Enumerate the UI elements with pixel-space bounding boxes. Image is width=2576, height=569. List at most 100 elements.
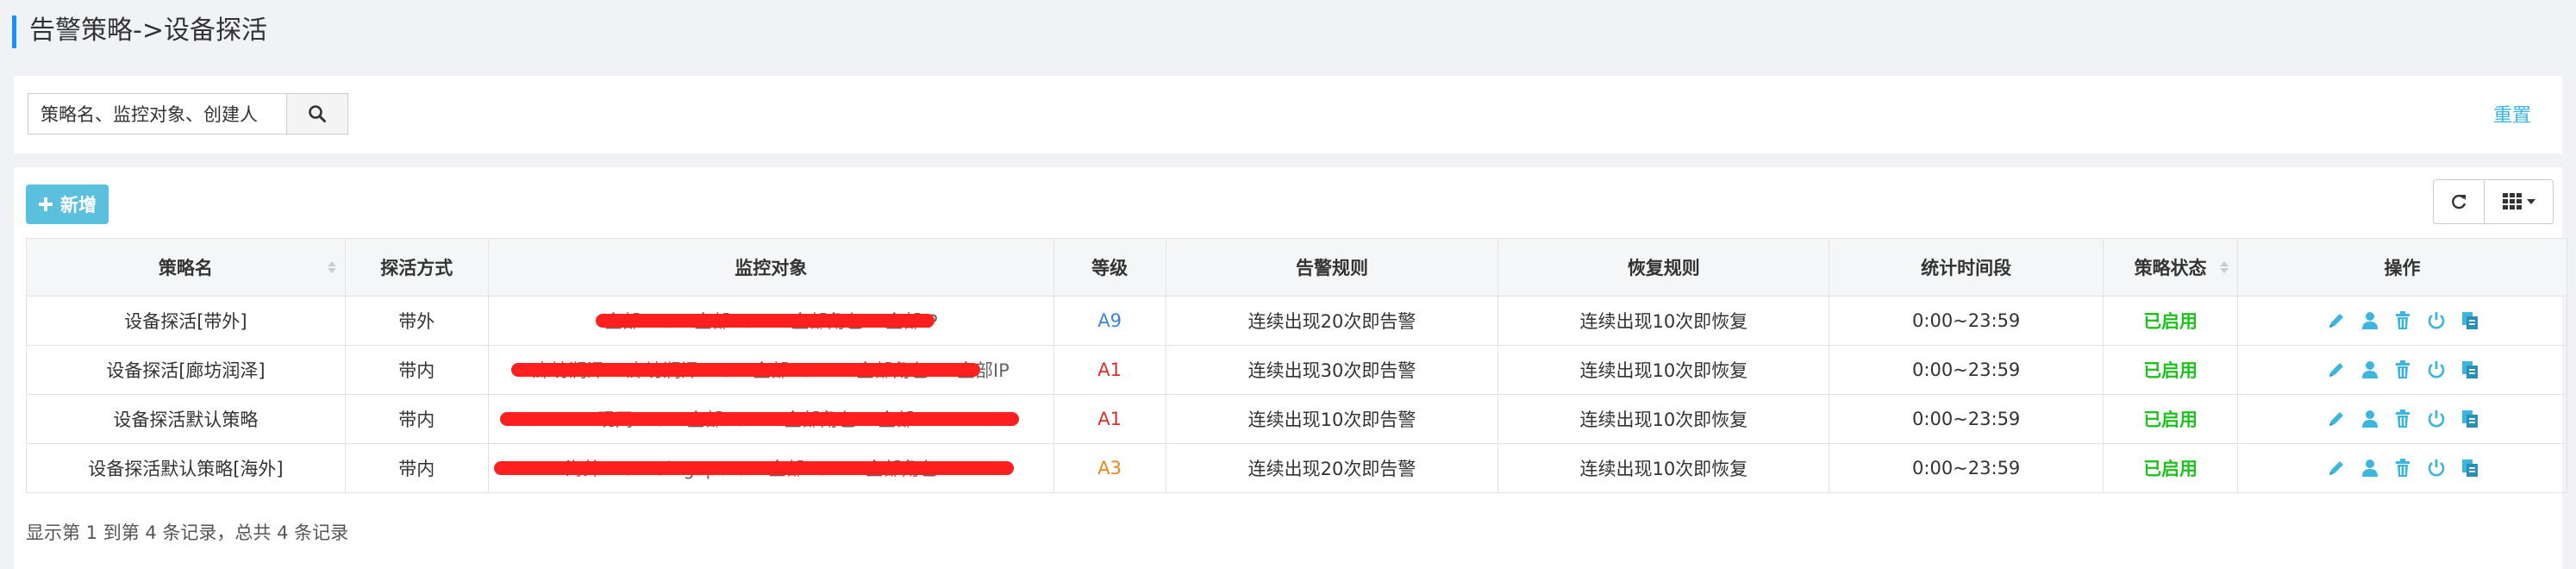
cell-period: 0:00~23:59 [1829, 394, 2104, 444]
trash-icon[interactable] [2394, 360, 2411, 379]
pagination-summary: 显示第 1 到第 4 条记录，总共 4 条记录 [26, 522, 349, 543]
power-icon[interactable] [2427, 311, 2446, 330]
search-input[interactable]: 策略名、监控对象、创建人 [28, 93, 286, 134]
cell-alert-rule: 连续出现20次即告警 [1165, 443, 1499, 493]
refresh-icon [2452, 194, 2467, 209]
user-icon[interactable] [2361, 360, 2379, 379]
cell-status: 已启用 [2103, 394, 2239, 444]
reset-link[interactable]: 重置 [2493, 100, 2531, 128]
cell-target: 现网IDC->全部POD->全部角色->全部IP... [487, 394, 1054, 444]
cell-method: 带内 [344, 443, 489, 493]
cell-policy-name: 设备探活[廊坊润泽] [26, 345, 346, 395]
page-title: 告警策略->设备探活 [29, 16, 267, 46]
edit-icon[interactable] [2327, 360, 2346, 379]
cell-method: 带内 [344, 345, 489, 395]
cell-level: A3 [1053, 443, 1166, 493]
column-header-label: 策略名 [158, 258, 213, 278]
cell-period: 0:00~23:59 [1829, 345, 2104, 395]
redaction-mark [596, 314, 935, 328]
cell-actions [2237, 345, 2567, 395]
table-header-row: 策略名 探活方式 监控对象 等级 告警规则 恢复规则 统计时间段 策略状态 操作 [26, 238, 2567, 297]
cell-actions [2237, 394, 2567, 444]
cell-actions [2237, 443, 2567, 493]
cell-alert-rule: 连续出现30次即告警 [1165, 345, 1499, 395]
edit-icon[interactable] [2327, 311, 2346, 330]
caret-down-icon [2526, 199, 2535, 204]
cell-policy-name: 设备探活默认策略[海外] [26, 443, 346, 493]
grid-icon [2502, 193, 2522, 209]
column-header-actions: 操作 [2237, 238, 2567, 297]
table-row: 设备探活[廊坊润泽] 带内 廊坊润泽->廊坊润泽IDC->全部POD-->全部角… [26, 345, 2567, 395]
cell-target: 廊坊润泽->廊坊润泽IDC->全部POD-->全部角色-->全部IP [487, 345, 1054, 395]
cell-recover-rule: 连续出现10次即恢复 [1497, 443, 1830, 493]
row-actions [2238, 410, 2567, 428]
cell-level: A9 [1053, 296, 1166, 346]
edit-icon[interactable] [2327, 459, 2346, 478]
column-header-alert-rule: 告警规则 [1165, 238, 1499, 297]
search-icon [309, 105, 326, 122]
page-header: 告警策略->设备探活 [0, 0, 2576, 64]
cell-target: 全部IDC->全部POD->全部角色->全部IP [487, 296, 1054, 346]
trash-icon[interactable] [2394, 311, 2411, 330]
user-icon[interactable] [2361, 311, 2379, 330]
table-row: 设备探活[带外] 带外 全部IDC->全部POD->全部角色->全部IP A9 … [26, 296, 2567, 346]
search-panel: 策略名、监控对象、创建人 重置 [14, 76, 2562, 153]
row-actions [2238, 311, 2567, 330]
cell-status: 已启用 [2103, 443, 2239, 493]
plus-icon [39, 197, 53, 211]
cell-policy-name: 设备探活[带外] [26, 296, 346, 346]
cell-status: 已启用 [2103, 345, 2239, 395]
cell-period: 0:00~23:59 [1829, 296, 2104, 346]
power-icon[interactable] [2427, 410, 2446, 428]
table-row: 设备探活默认策略 带内 现网IDC->全部POD->全部角色->全部IP... … [26, 394, 2567, 444]
power-icon[interactable] [2427, 459, 2446, 478]
cell-period: 0:00~23:59 [1829, 443, 2104, 493]
table-row: 设备探活默认策略[海外] 带内 海外IDC->Singapore->全部POD-… [26, 443, 2567, 493]
cell-status: 已启用 [2103, 296, 2239, 346]
cell-actions [2237, 296, 2567, 346]
policy-table: 策略名 探活方式 监控对象 等级 告警规则 恢复规则 统计时间段 策略状态 操作… [26, 238, 2567, 493]
cell-level: A1 [1053, 345, 1166, 395]
title-accent-bar [12, 16, 16, 48]
power-icon[interactable] [2427, 360, 2446, 379]
cell-level: A1 [1053, 394, 1166, 444]
copy-icon[interactable] [2461, 410, 2479, 428]
cell-alert-rule: 连续出现20次即告警 [1165, 296, 1499, 346]
cell-target: 海外IDC->Singapore->全部POD->全部角色->... [487, 443, 1054, 493]
copy-icon[interactable] [2461, 360, 2479, 379]
cell-policy-name: 设备探活默认策略 [26, 394, 346, 444]
cell-method: 带内 [344, 394, 489, 444]
edit-icon[interactable] [2327, 410, 2346, 428]
column-header-target: 监控对象 [487, 238, 1054, 297]
refresh-button[interactable] [2433, 179, 2485, 224]
cell-recover-rule: 连续出现10次即恢复 [1497, 394, 1830, 444]
user-icon[interactable] [2361, 410, 2379, 428]
row-actions [2238, 459, 2567, 478]
trash-icon[interactable] [2394, 410, 2411, 428]
sort-icon [327, 261, 336, 273]
redaction-mark [499, 412, 1020, 426]
copy-icon[interactable] [2461, 311, 2479, 330]
column-header-label: 策略状态 [2134, 258, 2207, 278]
sort-icon [2220, 261, 2229, 273]
trash-icon[interactable] [2394, 459, 2411, 478]
cell-recover-rule: 连续出现10次即恢复 [1497, 296, 1830, 346]
column-header-period: 统计时间段 [1829, 238, 2104, 297]
table-tools [2433, 179, 2554, 224]
cell-recover-rule: 连续出现10次即恢复 [1497, 345, 1830, 395]
column-header-recover-rule: 恢复规则 [1497, 238, 1830, 297]
row-actions [2238, 360, 2567, 379]
redaction-mark [494, 461, 1014, 475]
search-button[interactable] [286, 93, 348, 134]
column-header-method: 探活方式 [344, 238, 489, 297]
user-icon[interactable] [2361, 459, 2379, 478]
add-button[interactable]: 新增 [26, 184, 109, 224]
cell-method: 带外 [344, 296, 489, 346]
column-header-status[interactable]: 策略状态 [2103, 238, 2239, 297]
column-header-name[interactable]: 策略名 [26, 238, 346, 297]
copy-icon[interactable] [2461, 459, 2479, 478]
add-button-label: 新增 [60, 195, 97, 216]
column-header-level: 等级 [1053, 238, 1166, 297]
main-panel: 新增 策略名 探活方式 监控对象 等级 告警规则 恢复规则 统计时间段 策略状态… [14, 167, 2567, 569]
columns-toggle-button[interactable] [2485, 179, 2554, 224]
